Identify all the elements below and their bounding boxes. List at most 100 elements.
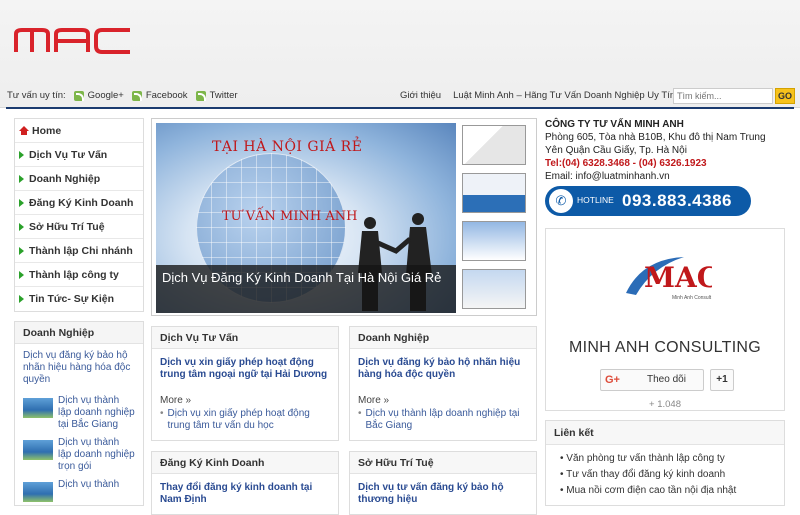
header-divider [6, 107, 794, 109]
sidebar-item-label: Doanh Nghiệp [29, 172, 101, 185]
gplus-page-name[interactable]: MINH ANH CONSULTING [546, 339, 784, 357]
sidebar-item-news[interactable]: Tin Tức- Sự Kiện [15, 287, 143, 311]
sidebar-item-label: Thành lập Chi nhánh [29, 244, 133, 257]
gplus-follower-count: + 1.048 [649, 399, 681, 410]
phone-value: (04) 6328.3468 - (04) 6326.1923 [562, 158, 707, 169]
card-main-link[interactable]: Dịch vụ tư vấn đăng ký bảo hộ thương hiệ… [358, 482, 528, 506]
link-item[interactable]: • Mua nồi cơm điện cao tần nội địa nhật [560, 483, 770, 499]
slider-caption[interactable]: Dịch Vụ Đăng Ký Kinh Doanh Tại Hà Nội Gi… [156, 265, 456, 313]
social-label: Tư vấn uy tín: [7, 90, 66, 101]
featured-slider: TẠI HÀ NỘI GIÁ RẺ TƯ VẤN MINH ANH Dịch V… [151, 118, 537, 316]
company-phone: Tel:(04) 6328.3468 - (04) 6326.1923 [545, 157, 785, 170]
social-facebook-link[interactable]: Facebook [146, 90, 188, 101]
slider-thumbnail[interactable] [462, 269, 526, 309]
card-sub-link[interactable]: • Dịch vụ thành lập doanh nghiệp tại Bắc … [358, 408, 528, 432]
slider-thumbnail[interactable] [462, 221, 526, 261]
search-go-button[interactable]: GO [775, 88, 795, 104]
sidebar-item-label: Đăng Ký Kinh Doanh [29, 196, 134, 209]
card-sub-text: Dịch vụ xin giấy phép hoạt động trung tâ… [167, 408, 310, 431]
sidebar-box-title: Doanh Nghiệp [15, 322, 143, 344]
link-text: Mua nồi cơm điện cao tần nội địa nhật [566, 485, 737, 496]
card-title[interactable]: Dịch Vụ Tư Vấn [152, 327, 338, 349]
arrow-right-icon [19, 246, 24, 255]
sidebar-item-label: Sở Hữu Trí Tuệ [29, 220, 105, 233]
link-item[interactable]: • Tư vấn thay đổi đăng ký kinh doanh [560, 467, 770, 483]
list-item[interactable]: Dịch vụ thành lập doanh nghiệp trọn gói [15, 434, 143, 476]
arrow-right-icon [19, 174, 24, 183]
hotline-label: HOTLINE [577, 195, 614, 205]
googleplus-badge: MAC Minh Anh Consult MINH ANH CONSULTING… [545, 228, 785, 411]
sidebar-intro-link[interactable]: Dịch vụ đăng ký bảo hộ nhãn hiệu hàng hó… [15, 344, 143, 392]
article-link[interactable]: Dịch vụ thành lập doanh nghiệp trọn gói [58, 437, 135, 473]
nav-about-link[interactable]: Giới thiệu [400, 90, 441, 101]
sidebar-item-intellectual-property[interactable]: Sở Hữu Trí Tuệ [15, 215, 143, 239]
slider-thumbnail[interactable] [462, 125, 526, 165]
social-links: Tư vấn uy tín: Google+ Facebook Twitter [7, 90, 238, 101]
company-name: CÔNG TY TƯ VẤN MINH ANH [545, 119, 684, 130]
site-header: Tư vấn uy tín: Google+ Facebook Twitter … [0, 0, 800, 109]
link-text: Văn phòng tư vấn thành lập công ty [566, 453, 725, 464]
list-item[interactable]: Dịch vụ thành lập doanh nghiệp tại Bắc G… [15, 392, 143, 434]
bullet-icon: • [358, 408, 362, 419]
sidebar-item-label: Home [32, 124, 62, 137]
sidebar-item-label: Dịch Vụ Tư Vấn [29, 148, 108, 161]
link-text: Tư vấn thay đổi đăng ký kinh doanh [566, 469, 726, 480]
nav-home-link[interactable]: Luật Minh Anh – Hãng Tư Vấn Doanh Nghiệp… [453, 90, 675, 101]
sidebar-item-home[interactable]: Home [15, 119, 143, 143]
more-link[interactable]: More » [160, 395, 330, 406]
sidebar-item-business-registration[interactable]: Đăng Ký Kinh Doanh [15, 191, 143, 215]
arrow-right-icon [19, 222, 24, 231]
links-box: Liên kết • Văn phòng tư vấn thành lập cô… [545, 420, 785, 506]
arrow-right-icon [19, 270, 24, 279]
category-grid: Dịch Vụ Tư Vấn Dịch vụ xin giấy phép hoạ… [151, 326, 537, 515]
card-sub-link[interactable]: • Dịch vụ xin giấy phép hoạt động trung t… [160, 408, 330, 432]
article-thumbnail [23, 440, 53, 460]
home-icon [19, 126, 29, 135]
article-link[interactable]: Dịch vụ thành lập doanh nghiệp tại Bắc G… [58, 395, 135, 431]
article-link[interactable]: Dịch vụ thành [58, 479, 119, 502]
article-thumbnail [23, 482, 53, 502]
category-card: Đăng Ký Kinh Doanh Thay đổi đăng ký kinh… [151, 451, 339, 515]
company-email[interactable]: Email: info@luatminhanh.vn [545, 170, 785, 183]
list-item[interactable]: Dịch vụ thành [15, 476, 143, 505]
sidebar-enterprise-box: Doanh Nghiệp Dịch vụ đăng ký bảo hộ nhãn… [14, 321, 144, 506]
article-thumbnail [23, 398, 53, 418]
left-sidebar: Home Dịch Vụ Tư Vấn Doanh Nghiệp Đăng Ký… [14, 118, 144, 506]
sidebar-item-company[interactable]: Thành lập công ty [15, 263, 143, 287]
sidebar-menu: Home Dịch Vụ Tư Vấn Doanh Nghiệp Đăng Ký… [14, 118, 144, 312]
follow-label: Theo dõi [647, 374, 686, 385]
card-title[interactable]: Doanh Nghiệp [350, 327, 536, 349]
slider-thumbnails [462, 125, 528, 317]
card-main-link[interactable]: Dịch vụ đăng ký bảo hộ nhãn hiệu hàng hó… [358, 357, 528, 381]
hero-title: TẠI HÀ NỘI GIÁ RẺ [212, 139, 363, 155]
card-title[interactable]: Sở Hữu Trí Tuệ [350, 452, 536, 474]
feed-icon [131, 90, 142, 101]
phone-icon: ✆ [549, 189, 573, 213]
sidebar-item-enterprise[interactable]: Doanh Nghiệp [15, 167, 143, 191]
sidebar-item-branch[interactable]: Thành lập Chi nhánh [15, 239, 143, 263]
main-content: TẠI HÀ NỘI GIÁ RẺ TƯ VẤN MINH ANH Dịch V… [151, 118, 537, 515]
phone-label: Tel: [545, 158, 563, 169]
search-input[interactable] [673, 88, 773, 104]
card-title[interactable]: Đăng Ký Kinh Doanh [152, 452, 338, 474]
card-main-link[interactable]: Dịch vụ xin giấy phép hoạt động trung tâ… [160, 357, 330, 381]
link-item[interactable]: • Văn phòng tư vấn thành lập công ty [560, 451, 770, 467]
slider-thumbnail[interactable] [462, 173, 526, 213]
more-link[interactable]: More » [358, 395, 528, 406]
card-sub-text: Dịch vụ thành lập doanh nghiệp tại Bắc G… [365, 408, 520, 431]
sidebar-item-label: Thành lập công ty [29, 268, 119, 281]
sidebar-item-consulting[interactable]: Dịch Vụ Tư Vấn [15, 143, 143, 167]
arrow-right-icon [19, 295, 24, 303]
bullet-icon: • [160, 408, 164, 419]
social-twitter-link[interactable]: Twitter [210, 90, 238, 101]
mac-consult-logo[interactable]: MAC Minh Anh Consult [622, 251, 712, 311]
hotline-banner[interactable]: ✆ HOTLINE 093.883.4386 [545, 186, 751, 216]
social-googleplus-link[interactable]: Google+ [88, 90, 124, 101]
gplus-plusone-button[interactable]: +1 [710, 369, 734, 391]
mac-logo[interactable] [14, 24, 134, 56]
hotline-number: 093.883.4386 [622, 191, 732, 210]
gplus-follow-button[interactable]: G+ Theo dõi [600, 369, 704, 391]
category-card: Doanh Nghiệp Dịch vụ đăng ký bảo hộ nhãn… [349, 326, 537, 441]
card-main-link[interactable]: Thay đổi đăng ký kinh doanh tại Nam Định [160, 482, 330, 506]
slider-hero-image[interactable]: TẠI HÀ NỘI GIÁ RẺ TƯ VẤN MINH ANH Dịch V… [156, 123, 456, 313]
